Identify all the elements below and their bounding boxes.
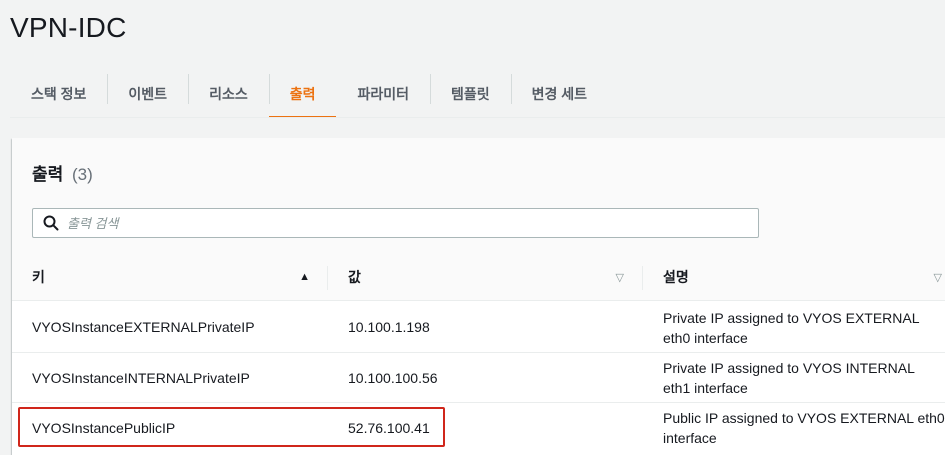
output-description: Private IP assigned to VYOS EXTERNAL eth… [663,308,920,348]
panel-title: 출력 (3) [32,160,93,185]
output-count: (3) [72,165,93,184]
output-key: VYOSInstanceEXTERNALPrivateIP [32,319,255,335]
page-title: VPN-IDC [10,12,127,43]
column-header-description[interactable]: 설명 ▽ [663,262,942,292]
tab-stack-info[interactable]: 스택 정보 [10,70,107,118]
tab-outputs[interactable]: 출력 [268,70,337,118]
output-value: 10.100.1.198 [348,319,430,335]
output-description-line: eth0 interface [663,330,748,346]
tab-resources[interactable]: 리소스 [188,70,269,118]
table-row: VYOSInstanceINTERNALPrivateIP 10.100.100… [12,353,945,403]
output-description: Private IP assigned to VYOS INTERNAL eth… [663,358,915,398]
tab-change-sets[interactable]: 변경 세트 [510,70,608,118]
column-separator[interactable] [327,266,328,290]
tab-divider [10,117,945,118]
output-description-line: interface [663,430,717,446]
column-header-value-label: 값 [348,269,361,285]
tab-events[interactable]: 이벤트 [107,70,188,118]
column-header-key-label: 키 [32,269,45,285]
sort-icon[interactable]: ▽ [934,271,942,284]
table-row: VYOSInstanceEXTERNALPrivateIP 10.100.1.1… [12,302,945,353]
output-description-line: Private IP assigned to VYOS EXTERNAL [663,310,920,326]
output-description-line: eth1 interface [663,380,748,396]
column-header-key[interactable]: 키 ▲ [32,262,310,292]
tab-parameters[interactable]: 파라미터 [336,70,430,118]
column-header-value[interactable]: 값 ▽ [348,262,624,292]
output-description-line: Public IP assigned to VYOS EXTERNAL eth0 [663,410,945,426]
sort-ascending-icon[interactable]: ▲ [299,271,310,283]
panel-title-text: 출력 [32,165,64,184]
sort-icon[interactable]: ▽ [616,271,624,284]
tab-bar: 스택 정보 이벤트 리소스 출력 파라미터 템플릿 변경 세트 [10,70,608,118]
search-box[interactable] [32,208,759,238]
output-key: VYOSInstanceINTERNALPrivateIP [32,370,250,386]
column-separator[interactable] [642,266,643,290]
search-icon [43,215,59,231]
tab-template[interactable]: 템플릿 [430,70,511,118]
output-description-line: Private IP assigned to VYOS INTERNAL [663,360,915,376]
output-value: 10.100.100.56 [348,370,438,386]
highlight-box [18,407,445,447]
search-input[interactable] [67,210,758,236]
output-description: Public IP assigned to VYOS EXTERNAL eth0… [663,408,945,448]
column-header-description-label: 설명 [663,269,689,285]
